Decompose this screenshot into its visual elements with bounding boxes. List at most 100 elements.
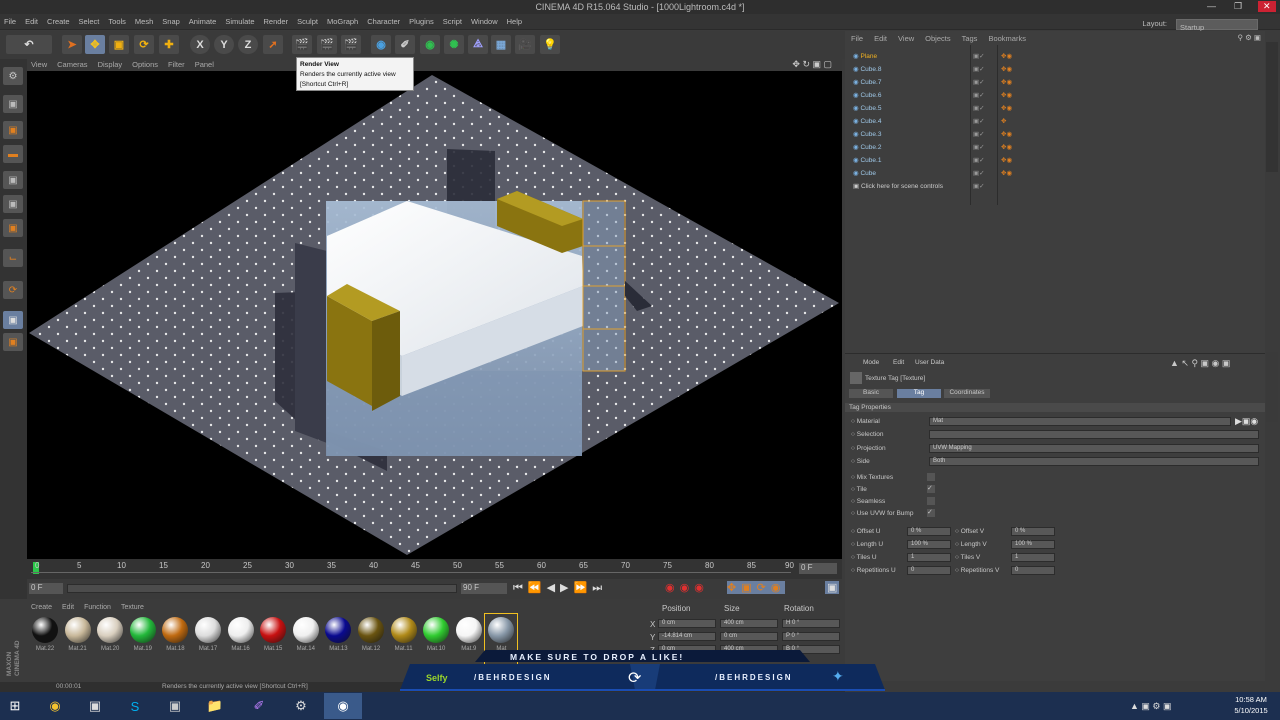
- menu-create[interactable]: Create: [43, 14, 75, 26]
- tiles-u-field[interactable]: 1: [907, 553, 951, 562]
- menu-file[interactable]: File: [0, 14, 21, 26]
- chrome-taskbar-icon[interactable]: ◉: [36, 693, 74, 719]
- locked-workplane-icon[interactable]: ▣: [3, 311, 23, 329]
- end-frame-field[interactable]: 90 F: [461, 583, 507, 594]
- object-row-cube6[interactable]: ◉ Cube.6 ▣✓ ✥◉: [853, 91, 1263, 104]
- close-icon[interactable]: ✕: [1258, 1, 1276, 12]
- repetitions-u-field[interactable]: 0: [907, 566, 951, 575]
- menu-edit[interactable]: Edit: [21, 14, 43, 26]
- viewport-menu-panel[interactable]: Panel: [191, 59, 220, 69]
- camera-icon[interactable]: 🎥: [515, 35, 535, 54]
- viewport-menu-view[interactable]: View: [27, 59, 53, 69]
- render-settings-icon[interactable]: 🎬: [341, 35, 361, 54]
- model-mode-icon[interactable]: ▣: [3, 95, 23, 113]
- scale-tool-icon[interactable]: ▣: [109, 35, 129, 54]
- render-view-icon[interactable]: 🎬: [292, 35, 312, 54]
- object-row-cube2[interactable]: ◉ Cube.2 ▣✓ ✥◉: [853, 143, 1263, 156]
- menu-script[interactable]: Script: [439, 14, 467, 26]
- projection-dropdown[interactable]: UVW Mapping: [929, 444, 1259, 453]
- start-button-icon[interactable]: ⊞: [0, 693, 30, 719]
- menu-mograph[interactable]: MoGraph: [323, 14, 363, 26]
- attr-menu-edit[interactable]: Edit: [893, 359, 904, 366]
- material-swatch[interactable]: Mat.22: [29, 614, 61, 666]
- obj-menu-view[interactable]: View: [892, 33, 919, 43]
- make-editable-icon[interactable]: ⚙: [3, 67, 23, 85]
- light-icon[interactable]: 💡: [540, 35, 560, 54]
- menu-mesh[interactable]: Mesh: [131, 14, 158, 26]
- object-row-cube[interactable]: ◉ Cube ▣✓ ✥◉: [853, 169, 1263, 182]
- obj-menu-file[interactable]: File: [845, 33, 868, 43]
- material-swatch[interactable]: Mat.20: [94, 614, 126, 666]
- workplane-mode-icon[interactable]: ▬: [3, 145, 23, 163]
- menu-plugins[interactable]: Plugins: [405, 14, 439, 26]
- tile-checkbox[interactable]: ✓: [927, 485, 935, 493]
- material-swatch[interactable]: Mat.18: [159, 614, 191, 666]
- attr-menu-mode[interactable]: Mode: [863, 359, 879, 366]
- attr-menu-user-data[interactable]: User Data: [915, 359, 944, 366]
- menu-tools[interactable]: Tools: [104, 14, 131, 26]
- tool-taskbar-icon[interactable]: ▣: [156, 693, 194, 719]
- explorer-taskbar-icon[interactable]: 📁: [196, 693, 234, 719]
- object-row-cube5[interactable]: ◉ Cube.5 ▣✓ ✥◉: [853, 104, 1263, 117]
- y-axis-lock-icon[interactable]: Y: [214, 35, 234, 54]
- size-y-field[interactable]: 0 cm: [720, 632, 778, 641]
- menu-snap[interactable]: Snap: [158, 14, 185, 26]
- material-swatch[interactable]: Mat.17: [192, 614, 224, 666]
- scene-controls-row[interactable]: ▣ Click here for scene controls ▣✓: [853, 182, 1263, 195]
- texture-mode-icon[interactable]: ▣: [3, 121, 23, 139]
- timeline-ruler[interactable]: 0 5 10 15 20 25 30 35 40 45 50 55 60 65 …: [27, 559, 842, 579]
- pen-spline-icon[interactable]: ✐: [395, 35, 415, 54]
- deformer-icon[interactable]: ⧌: [468, 35, 488, 54]
- viewport-menu-cameras[interactable]: Cameras: [53, 59, 93, 69]
- selection-field[interactable]: [929, 430, 1259, 439]
- material-swatch[interactable]: Mat.12: [355, 614, 387, 666]
- app-taskbar-icon[interactable]: ▣: [76, 693, 114, 719]
- mix-textures-checkbox[interactable]: [927, 473, 935, 481]
- 3d-viewport[interactable]: [27, 71, 842, 559]
- obj-search-icon[interactable]: ⚲ ⚙ ▣: [1238, 33, 1261, 42]
- offset-u-field[interactable]: 0 %: [907, 527, 951, 536]
- menu-sculpt[interactable]: Sculpt: [293, 14, 323, 26]
- clock-date[interactable]: 5/10/2015: [1226, 706, 1276, 715]
- minimize-icon[interactable]: —: [1207, 1, 1216, 11]
- object-row-cube4[interactable]: ◉ Cube.4 ▣✓ ✥: [853, 117, 1263, 130]
- object-row-plane[interactable]: ◉ Plane ▣✓ ✥◉: [853, 52, 1263, 65]
- edges-mode-icon[interactable]: ▣: [3, 195, 23, 213]
- right-side-tabs[interactable]: [1266, 42, 1278, 172]
- clock-time[interactable]: 10:58 AM: [1226, 695, 1276, 704]
- size-x-field[interactable]: 400 cm: [720, 619, 778, 628]
- viewport-menu-options[interactable]: Options: [128, 59, 164, 69]
- move-tool-icon[interactable]: ✥: [85, 35, 105, 54]
- subdivision-surface-icon[interactable]: ◉: [420, 35, 440, 54]
- material-swatch[interactable]: Mat.21: [62, 614, 94, 666]
- repetitions-v-field[interactable]: 0: [1011, 566, 1055, 575]
- material-swatch[interactable]: Mat.16: [225, 614, 257, 666]
- material-swatch[interactable]: Mat.13: [322, 614, 354, 666]
- tab-tag[interactable]: Tag: [897, 389, 941, 398]
- coordinate-system-icon[interactable]: ➚: [263, 35, 283, 54]
- rotation-h-field[interactable]: H 0 °: [782, 619, 840, 628]
- playback-controls[interactable]: ⏮⏪◀▶⏩⏭: [513, 581, 607, 595]
- material-link-icons[interactable]: ▶▣◉: [1235, 416, 1258, 427]
- length-v-field[interactable]: 100 %: [1011, 540, 1055, 549]
- attribute-side-tabs[interactable]: [1266, 352, 1278, 422]
- cube-primitive-icon[interactable]: ◉: [371, 35, 391, 54]
- tab-basic[interactable]: Basic: [849, 389, 893, 398]
- obj-menu-edit[interactable]: Edit: [868, 33, 892, 43]
- material-swatch[interactable]: Mat.19: [127, 614, 159, 666]
- object-row-cube7[interactable]: ◉ Cube.7 ▣✓ ✥◉: [853, 78, 1263, 91]
- planar-workplane-icon[interactable]: ▣: [3, 333, 23, 351]
- floor-icon[interactable]: ▦: [491, 35, 511, 54]
- obj-menu-objects[interactable]: Objects: [919, 33, 955, 43]
- feather-taskbar-icon[interactable]: ✐: [240, 693, 278, 719]
- material-swatch[interactable]: Mat.15: [257, 614, 289, 666]
- render-picture-viewer-icon[interactable]: 🎬: [317, 35, 337, 54]
- maximize-icon[interactable]: ❐: [1234, 1, 1242, 12]
- frame-range-slider[interactable]: [67, 584, 457, 593]
- attr-nav-icons[interactable]: ▲ ↖ ⚲ ▣ ◉ ▣: [1170, 358, 1230, 369]
- menu-select[interactable]: Select: [75, 14, 105, 26]
- skype-taskbar-icon[interactable]: S: [116, 693, 154, 719]
- record-keyframe-icons[interactable]: ◉◉◉: [665, 581, 709, 594]
- object-row-cube3[interactable]: ◉ Cube.3 ▣✓ ✥◉: [853, 130, 1263, 143]
- material-field[interactable]: Mat: [929, 417, 1231, 426]
